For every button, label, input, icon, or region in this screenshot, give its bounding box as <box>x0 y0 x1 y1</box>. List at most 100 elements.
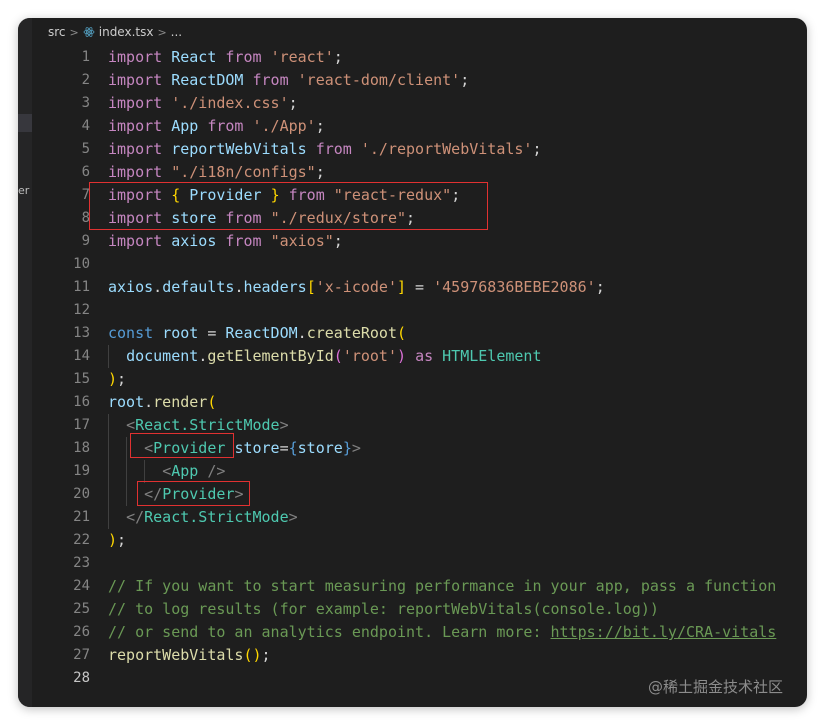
code-token: React.StrictMode <box>135 416 280 434</box>
line-code[interactable]: <React.StrictMode> <box>90 414 289 437</box>
line-code[interactable]: import { Provider } from "react-redux"; <box>90 184 460 207</box>
line-code[interactable]: import store from "./redux/store"; <box>90 207 415 230</box>
line-number[interactable]: 18 <box>32 437 90 460</box>
code-line[interactable]: 11 axios.defaults.headers['x-icode'] = '4… <box>32 276 807 299</box>
code-line[interactable]: 22); <box>32 529 807 552</box>
line-code[interactable]: import reportWebVitals from './reportWeb… <box>90 138 542 161</box>
code-line[interactable]: 9 import axios from "axios"; <box>32 230 807 253</box>
code-token: ) <box>108 370 118 388</box>
line-code[interactable]: reportWebVitals(); <box>90 644 271 667</box>
line-number[interactable]: 19 <box>32 460 90 483</box>
line-number[interactable]: 26 <box>32 621 90 644</box>
line-number[interactable]: 5 <box>32 138 90 161</box>
line-number[interactable]: 16 <box>32 391 90 414</box>
code-line[interactable]: 5 import reportWebVitals from './reportWe… <box>32 138 807 161</box>
line-number[interactable]: 23 <box>32 552 90 575</box>
line-code[interactable]: import './index.css'; <box>90 92 298 115</box>
line-code[interactable]: ); <box>90 368 126 391</box>
code-token: Provider <box>189 186 262 204</box>
line-code[interactable] <box>90 299 108 322</box>
code-line[interactable]: 15); <box>32 368 807 391</box>
line-code[interactable] <box>90 253 108 276</box>
code-line[interactable]: 23 <box>32 552 807 575</box>
code-token: { <box>171 186 181 204</box>
line-code[interactable]: const root = ReactDOM.createRoot( <box>90 322 406 345</box>
code-token: import <box>108 48 163 66</box>
code-line[interactable]: 6 import "./i18n/configs"; <box>32 161 807 184</box>
line-code[interactable]: // If you want to start measuring perfor… <box>90 575 776 598</box>
code-line[interactable]: 26 // or send to an analytics endpoint. L… <box>32 621 807 644</box>
line-number[interactable]: 28 <box>32 667 90 690</box>
code-token: axios <box>171 232 217 250</box>
explorer-fragment: er <box>18 184 30 197</box>
line-code[interactable]: document.getElementById('root') as HTMLE… <box>90 345 541 368</box>
line-code[interactable]: import axios from "axios"; <box>90 230 343 253</box>
line-code[interactable]: <Provider store={store}> <box>90 437 361 460</box>
line-code[interactable] <box>90 667 108 690</box>
line-number[interactable]: 12 <box>32 299 90 322</box>
code-editor[interactable]: 1 import React from 'react'; 2 import React… <box>32 46 807 690</box>
line-number[interactable]: 9 <box>32 230 90 253</box>
code-line[interactable]: 24 // If you want to start measuring perf… <box>32 575 807 598</box>
line-number[interactable]: 24 <box>32 575 90 598</box>
line-code[interactable]: import App from './App'; <box>90 115 325 138</box>
code-line[interactable]: 8 import store from "./redux/store"; <box>32 207 807 230</box>
line-number[interactable]: 4 <box>32 115 90 138</box>
line-number[interactable]: 6 <box>32 161 90 184</box>
line-number[interactable]: 1 <box>32 46 90 69</box>
line-code[interactable]: </React.StrictMode> <box>90 506 298 529</box>
code-line[interactable]: 14 document.getElementById('root') as HT… <box>32 345 807 368</box>
line-code[interactable] <box>90 552 108 575</box>
line-number[interactable]: 17 <box>32 414 90 437</box>
breadcrumb-file[interactable]: index.tsx <box>99 25 154 39</box>
line-code[interactable]: import "./i18n/configs"; <box>90 161 325 184</box>
line-number[interactable]: 20 <box>32 483 90 506</box>
code-line[interactable]: 20 </Provider> <box>32 483 807 506</box>
line-code[interactable]: ); <box>90 529 126 552</box>
line-number[interactable]: 2 <box>32 69 90 92</box>
line-code[interactable]: <App /> <box>90 460 225 483</box>
line-number[interactable]: 13 <box>32 322 90 345</box>
code-line[interactable]: 17 <React.StrictMode> <box>32 414 807 437</box>
code-token: 'x-icode' <box>315 278 397 296</box>
explorer-selected-row[interactable] <box>18 114 32 132</box>
code-line[interactable]: 13 const root = ReactDOM.createRoot( <box>32 322 807 345</box>
code-line[interactable]: 1 import React from 'react'; <box>32 46 807 69</box>
code-line[interactable]: 4 import App from './App'; <box>32 115 807 138</box>
code-line[interactable]: 21 </React.StrictMode> <box>32 506 807 529</box>
line-number[interactable]: 15 <box>32 368 90 391</box>
code-line[interactable]: 10 <box>32 253 807 276</box>
line-number[interactable]: 27 <box>32 644 90 667</box>
code-token: </ <box>144 485 163 503</box>
code-line[interactable]: 16 root.render( <box>32 391 807 414</box>
line-number[interactable]: 22 <box>32 529 90 552</box>
code-line[interactable]: 12 <box>32 299 807 322</box>
line-number[interactable]: 21 <box>32 506 90 529</box>
line-number[interactable]: 3 <box>32 92 90 115</box>
line-code[interactable]: axios.defaults.headers['x-icode'] = '459… <box>90 276 605 299</box>
line-number[interactable]: 14 <box>32 345 90 368</box>
code-token: render <box>153 393 208 411</box>
code-line[interactable]: 2 import ReactDOM from 'react-dom/client'… <box>32 69 807 92</box>
code-line[interactable]: 27 reportWebVitals(); <box>32 644 807 667</box>
line-code[interactable]: root.render( <box>90 391 216 414</box>
line-code[interactable]: import ReactDOM from 'react-dom/client'; <box>90 69 469 92</box>
line-code[interactable]: // or send to an analytics endpoint. Lea… <box>90 621 776 644</box>
breadcrumb-folder[interactable]: src <box>48 25 66 39</box>
line-number[interactable]: 8 <box>32 207 90 230</box>
line-code[interactable]: </Provider> <box>90 483 243 506</box>
code-line[interactable]: 19 <App /> <box>32 460 807 483</box>
code-token: import <box>108 117 163 135</box>
line-code[interactable]: // to log results (for example: reportWe… <box>90 598 659 621</box>
line-number[interactable]: 11 <box>32 276 90 299</box>
line-number[interactable]: 25 <box>32 598 90 621</box>
code-line[interactable]: 3 import './index.css'; <box>32 92 807 115</box>
line-number[interactable]: 7 <box>32 184 90 207</box>
code-line[interactable]: 18 <Provider store={store}> <box>32 437 807 460</box>
code-line[interactable]: 25 // to log results (for example: report… <box>32 598 807 621</box>
line-number[interactable]: 10 <box>32 253 90 276</box>
breadcrumb-symbol[interactable]: ... <box>171 25 182 39</box>
code-line[interactable]: 7 import { Provider } from "react-redux"; <box>32 184 807 207</box>
line-code[interactable]: import React from 'react'; <box>90 46 343 69</box>
